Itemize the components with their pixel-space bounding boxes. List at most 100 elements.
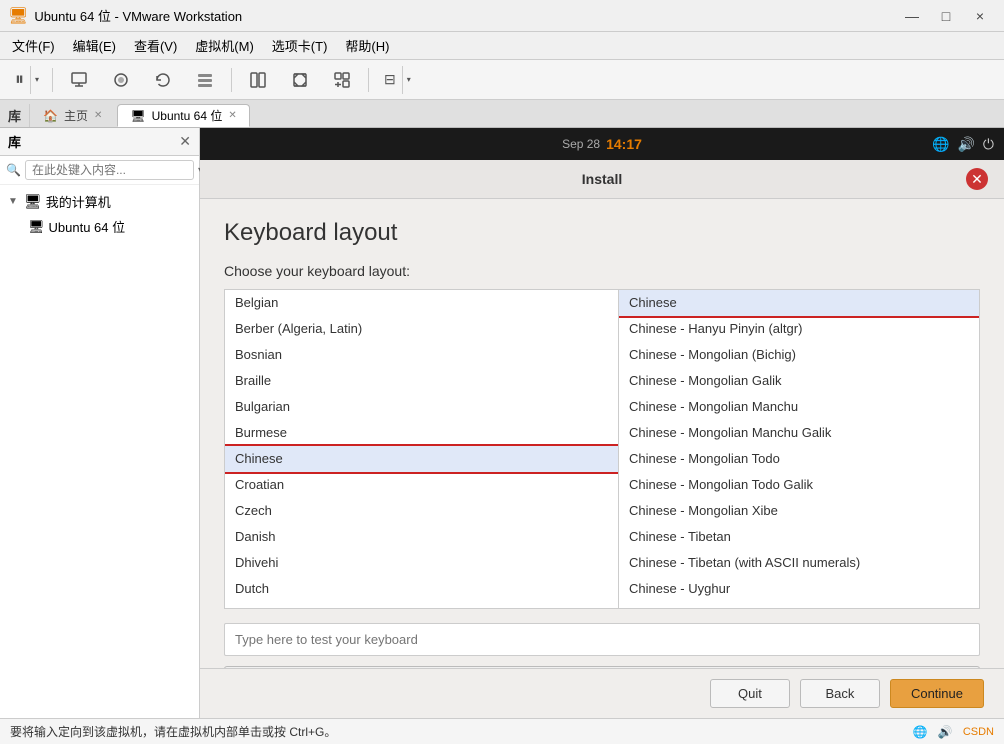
variant-item-mongolian-manchu[interactable]: Chinese - Mongolian Manchu: [619, 394, 979, 420]
toolbar: ⏸ ▾: [0, 60, 1004, 100]
toolbar-separator-2: [231, 68, 232, 92]
library-label: 库: [8, 106, 21, 125]
ubuntu-vm-label: Ubuntu 64 位: [49, 217, 126, 236]
test-keyboard-input[interactable]: [224, 623, 980, 656]
send-ctrl-alt-del-button[interactable]: [61, 65, 97, 95]
more-icon: ⊟: [378, 66, 403, 94]
vm-datetime: Sep 28 14:17: [562, 136, 642, 152]
minimize-button[interactable]: —: [896, 6, 928, 26]
unity-icon: [333, 71, 351, 89]
tab-bar: 库 🏠 主页 ✕ 🖥 Ubuntu 64 位 ✕: [0, 100, 1004, 128]
variant-item-mongolian-galik[interactable]: Chinese - Mongolian Galik: [619, 368, 979, 394]
take-snapshot-button[interactable]: [103, 65, 139, 95]
network-icon: 🌐: [932, 136, 949, 153]
revert-icon: [154, 71, 172, 89]
quit-button[interactable]: Quit: [710, 679, 790, 708]
lang-item-berber[interactable]: Berber (Algeria, Latin): [225, 316, 618, 342]
more-button[interactable]: ⊟ ▾: [377, 65, 416, 95]
vm-node-icon: 🖥: [28, 219, 45, 235]
fullscreen-button[interactable]: [282, 65, 318, 95]
more-dropdown-icon: ▾: [403, 75, 415, 84]
power-button[interactable]: ⏸ ▾: [8, 65, 44, 95]
lang-item-danish[interactable]: Danish: [225, 524, 618, 550]
variant-item-uyghur[interactable]: Chinese - Uyghur: [619, 576, 979, 602]
tab-home-close[interactable]: ✕: [94, 110, 102, 121]
variant-item-chinese[interactable]: Chinese: [619, 290, 979, 316]
revert-snapshot-button[interactable]: [145, 65, 181, 95]
lang-item-dzongkha[interactable]: Dzongkha: [225, 602, 618, 609]
manage-snapshots-button[interactable]: [187, 65, 223, 95]
sidebar-title: 库: [8, 132, 21, 151]
lang-item-czech[interactable]: Czech: [225, 498, 618, 524]
lang-item-burmese[interactable]: Burmese: [225, 420, 618, 446]
tab-vm-close[interactable]: ✕: [228, 110, 236, 121]
lang-item-croatian[interactable]: Croatian: [225, 472, 618, 498]
menu-view[interactable]: 查看(V): [126, 34, 185, 57]
tab-home[interactable]: 🏠 主页 ✕: [30, 104, 115, 127]
menu-tab[interactable]: 选项卡(T): [264, 34, 336, 57]
lang-item-braille[interactable]: Braille: [225, 368, 618, 394]
tab-vm-label: Ubuntu 64 位: [152, 107, 223, 124]
volume-icon: 🔊: [957, 136, 974, 153]
variant-item-mongolian-manchu-galik[interactable]: Chinese - Mongolian Manchu Galik: [619, 420, 979, 446]
variant-item-mongolian-todo-galik[interactable]: Chinese - Mongolian Todo Galik: [619, 472, 979, 498]
maximize-button[interactable]: □: [930, 6, 962, 26]
status-bar-icons: 🌐 🔊 CSDN: [913, 725, 994, 739]
install-close-button[interactable]: ✕: [966, 168, 988, 190]
app-title: Ubuntu 64 位 - VMware Workstation: [34, 6, 890, 25]
menu-edit[interactable]: 编辑(E): [65, 34, 124, 57]
variant-list[interactable]: Chinese Chinese - Hanyu Pinyin (altgr) C…: [619, 289, 980, 609]
fullscreen-icon: [291, 71, 309, 89]
manage-icon: [196, 71, 214, 89]
tab-vm[interactable]: 🖥 Ubuntu 64 位 ✕: [117, 104, 249, 127]
unity-button[interactable]: [324, 65, 360, 95]
variant-item-tibetan[interactable]: Chinese - Tibetan: [619, 524, 979, 550]
sound-status-icon: 🔊: [938, 725, 953, 739]
install-dialog: Install ✕ Keyboard layout Choose your ke…: [200, 160, 1004, 718]
csdn-label: CSDN: [963, 726, 994, 738]
expand-icon: ▼: [8, 196, 20, 207]
vm-date: Sep 28: [562, 137, 600, 151]
continue-button[interactable]: Continue: [890, 679, 984, 708]
status-bar: 要将输入定向到该虚拟机，请在虚拟机内部单击或按 Ctrl+G。 🌐 🔊 CSDN: [0, 718, 1004, 744]
lang-item-dutch[interactable]: Dutch: [225, 576, 618, 602]
variant-item-mongolian-bichig[interactable]: Chinese - Mongolian (Bichig): [619, 342, 979, 368]
lang-item-dhivehi[interactable]: Dhivehi: [225, 550, 618, 576]
keyboard-layout-subtitle: Choose your keyboard layout:: [224, 263, 980, 279]
lang-item-chinese[interactable]: Chinese: [225, 446, 618, 472]
snapshot-icon: [112, 71, 130, 89]
variant-item-mongolian-todo[interactable]: Chinese - Mongolian Todo: [619, 446, 979, 472]
toolbar-separator-1: [52, 68, 53, 92]
back-button[interactable]: Back: [800, 679, 880, 708]
lang-item-bosnian[interactable]: Bosnian: [225, 342, 618, 368]
menu-file[interactable]: 文件(F): [4, 34, 63, 57]
variant-item-tibetan-ascii[interactable]: Chinese - Tibetan (with ASCII numerals): [619, 550, 979, 576]
app-icon: 🖥: [8, 6, 28, 26]
vm-time: 14:17: [606, 136, 642, 152]
keyboard-layout-content: Keyboard layout Choose your keyboard lay…: [200, 199, 1004, 668]
title-bar: 🖥 Ubuntu 64 位 - VMware Workstation — □ ×: [0, 0, 1004, 32]
menu-help[interactable]: 帮助(H): [337, 34, 397, 57]
sidebar-header: 库 ✕: [0, 128, 199, 156]
sidebar-close-button[interactable]: ✕: [179, 133, 191, 150]
variant-item-hanyu-pinyin[interactable]: Chinese - Hanyu Pinyin (altgr): [619, 316, 979, 342]
sidebar: 库 ✕ 🔍 ▾ ▼ 🖥 我的计算机 🖥 Ubuntu 64 位: [0, 128, 200, 718]
menu-bar: 文件(F) 编辑(E) 查看(V) 虚拟机(M) 选项卡(T) 帮助(H): [0, 32, 1004, 60]
close-button[interactable]: ×: [964, 6, 996, 26]
vm-status-icons: 🌐 🔊 ⏻: [932, 136, 994, 153]
tree-my-computer[interactable]: ▼ 🖥 我的计算机: [0, 189, 199, 214]
view-icon: [249, 71, 267, 89]
variant-item-mongolian-xibe[interactable]: Chinese - Mongolian Xibe: [619, 498, 979, 524]
menu-vm[interactable]: 虚拟机(M): [187, 34, 262, 57]
install-titlebar: Install ✕: [200, 160, 1004, 199]
lang-item-belgian[interactable]: Belgian: [225, 290, 618, 316]
search-icon: 🔍: [6, 163, 21, 177]
tree-ubuntu-vm[interactable]: 🖥 Ubuntu 64 位: [0, 214, 199, 239]
layout-lists: Belgian Berber (Algeria, Latin) Bosnian …: [224, 289, 980, 609]
view-button[interactable]: [240, 65, 276, 95]
search-input[interactable]: [25, 160, 194, 180]
test-keyboard-area: [224, 623, 980, 656]
language-list[interactable]: Belgian Berber (Algeria, Latin) Bosnian …: [224, 289, 619, 609]
lang-item-bulgarian[interactable]: Bulgarian: [225, 394, 618, 420]
sidebar-search-area: 🔍 ▾: [0, 156, 199, 185]
